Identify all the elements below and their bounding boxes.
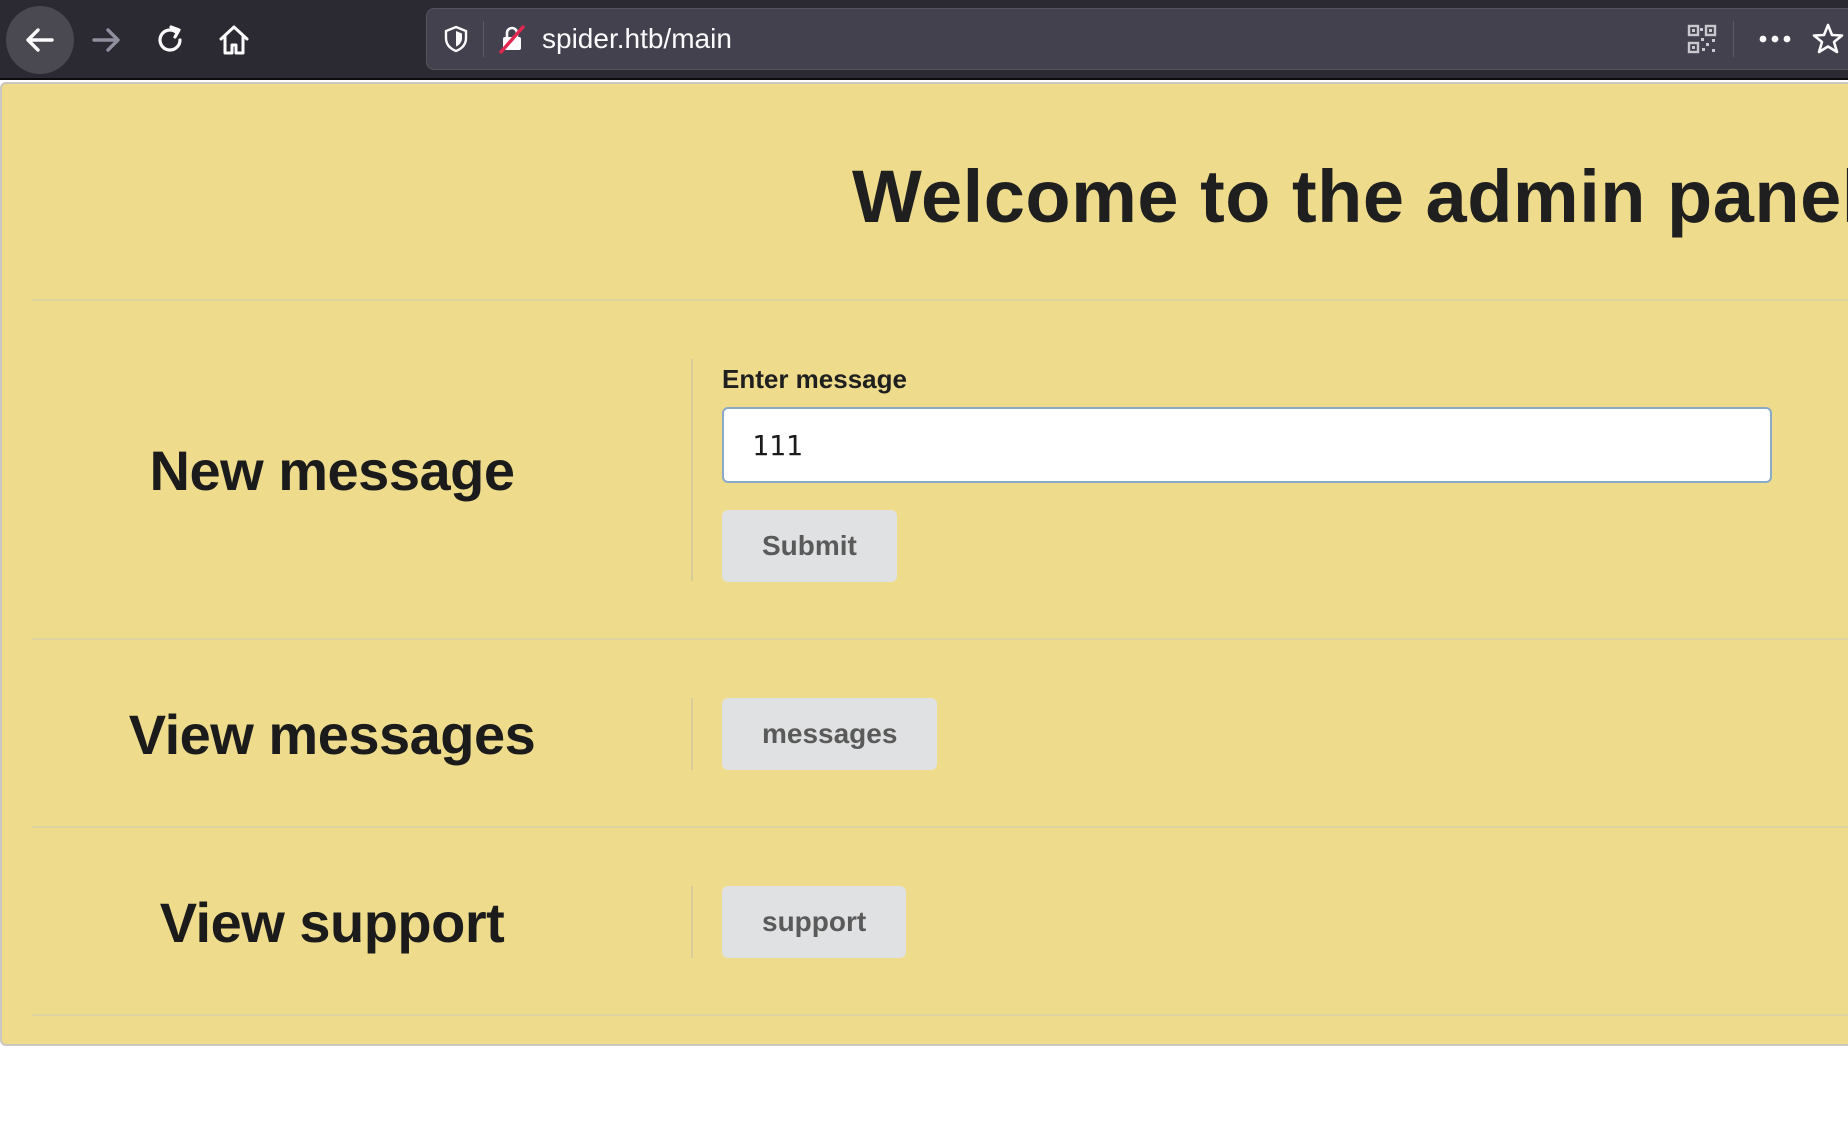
section-divider bbox=[32, 826, 1848, 828]
back-button[interactable] bbox=[6, 6, 74, 74]
section-divider bbox=[32, 299, 1848, 301]
qr-code-icon[interactable] bbox=[1687, 9, 1717, 69]
new-message-heading: New message bbox=[149, 439, 515, 502]
url-bar[interactable]: spider.htb/main bbox=[426, 8, 1848, 70]
view-support-heading: View support bbox=[159, 891, 505, 954]
url-text[interactable]: spider.htb/main bbox=[542, 9, 732, 69]
browser-toolbar: spider.htb/main bbox=[0, 0, 1848, 80]
submit-button[interactable]: Submit bbox=[722, 510, 897, 582]
forward-button[interactable] bbox=[72, 6, 140, 74]
messages-button[interactable]: messages bbox=[722, 698, 938, 770]
section-vertical-divider bbox=[691, 698, 693, 770]
section-divider bbox=[32, 638, 1848, 640]
more-dots-icon[interactable] bbox=[1757, 9, 1793, 69]
section-divider bbox=[32, 1014, 1848, 1016]
shield-icon[interactable] bbox=[441, 9, 471, 69]
page-header: Welcome to the admin panel, c bbox=[2, 84, 1848, 299]
admin-panel-page: Welcome to the admin panel, c New messag… bbox=[0, 82, 1848, 1046]
urlbar-divider bbox=[1733, 21, 1734, 57]
section-vertical-divider bbox=[691, 359, 693, 581]
home-icon bbox=[219, 25, 249, 55]
page-title: Welcome to the admin panel, c bbox=[852, 155, 1848, 238]
back-arrow-icon bbox=[26, 28, 54, 52]
insecure-lock-icon[interactable] bbox=[497, 9, 527, 69]
section-vertical-divider bbox=[691, 886, 693, 958]
star-icon[interactable] bbox=[1811, 9, 1845, 69]
support-button[interactable]: support bbox=[722, 886, 907, 958]
view-messages-heading: View messages bbox=[128, 703, 536, 766]
reload-icon bbox=[158, 25, 182, 52]
urlbar-divider bbox=[483, 21, 484, 57]
enter-message-label: Enter message bbox=[722, 364, 907, 394]
home-button[interactable] bbox=[200, 6, 268, 74]
forward-arrow-icon bbox=[92, 28, 120, 52]
message-input[interactable] bbox=[722, 407, 1772, 483]
reload-button[interactable] bbox=[136, 6, 204, 74]
